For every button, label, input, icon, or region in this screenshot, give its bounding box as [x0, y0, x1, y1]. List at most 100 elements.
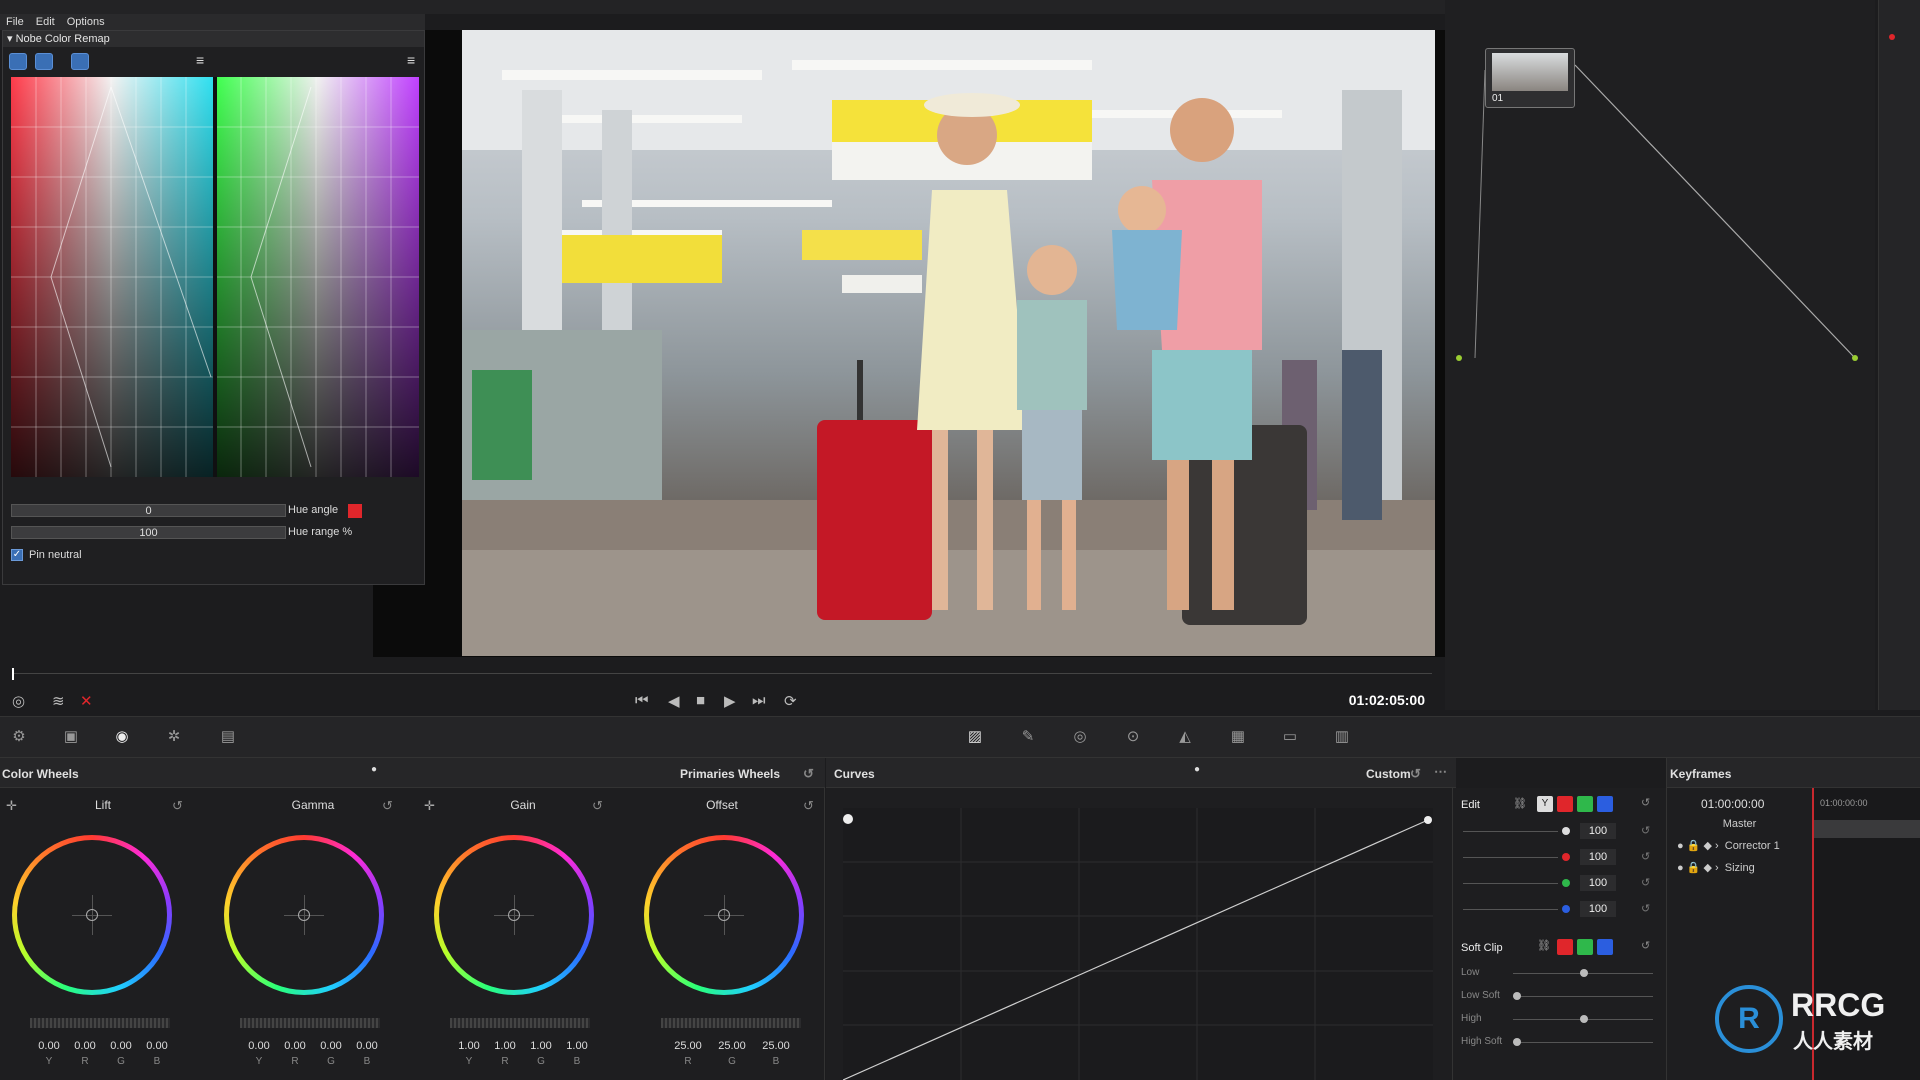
- hue-range-slider[interactable]: 100: [11, 526, 286, 539]
- offset-r-value[interactable]: 25.00: [669, 1040, 707, 1052]
- reset-icon[interactable]: ↺: [1641, 902, 1650, 915]
- b-slider-knob[interactable]: [1562, 905, 1570, 913]
- curves-page-dot[interactable]: ●: [1194, 764, 1200, 775]
- r-slider-track[interactable]: [1463, 857, 1558, 858]
- kf-row-sizing[interactable]: ● 🔒 ◆ › Sizing: [1667, 861, 1812, 874]
- menu-options[interactable]: Options: [61, 16, 111, 28]
- edit-reset-icon[interactable]: ↺: [1641, 796, 1650, 809]
- lift-master-slider[interactable]: [30, 1018, 170, 1028]
- circle-tool-icon[interactable]: [35, 53, 53, 70]
- reset-icon[interactable]: ↺: [1641, 876, 1650, 889]
- scrub-bar[interactable]: [0, 660, 1445, 688]
- offset-master-slider[interactable]: [661, 1018, 801, 1028]
- go-to-end-icon[interactable]: ⏭: [752, 692, 766, 709]
- mute-icon[interactable]: ✕: [80, 692, 93, 710]
- go-to-start-icon[interactable]: ⏮: [635, 692, 649, 709]
- curve-editor[interactable]: [842, 808, 1433, 1080]
- play-icon[interactable]: ▶: [724, 692, 736, 710]
- hue-angle-swatch[interactable]: [348, 504, 362, 518]
- soft-clip-red-chip[interactable]: [1557, 939, 1573, 955]
- gamma-y-value[interactable]: 0.00: [244, 1040, 274, 1052]
- gain-b-value[interactable]: 1.00: [562, 1040, 592, 1052]
- gain-master-slider[interactable]: [450, 1018, 590, 1028]
- gamma-reset-icon[interactable]: ↺: [382, 798, 393, 814]
- rgb-mixer-icon[interactable]: ▤: [217, 728, 239, 746]
- more-options-icon[interactable]: ⋯: [1434, 764, 1447, 780]
- wheels-mode-dropdown[interactable]: Primaries Wheels: [680, 767, 780, 781]
- hue-remap-graph[interactable]: [11, 77, 419, 477]
- curves-icon[interactable]: ▨: [964, 728, 986, 746]
- magic-mask-icon[interactable]: ◭: [1174, 728, 1196, 746]
- low-soft-slider[interactable]: [1513, 996, 1653, 997]
- lift-r-value[interactable]: 0.00: [70, 1040, 100, 1052]
- r-value-box[interactable]: 100: [1580, 849, 1616, 865]
- reset-icon[interactable]: ↺: [1641, 824, 1650, 837]
- hue-angle-slider[interactable]: 0: [11, 504, 286, 517]
- node-graph[interactable]: 01: [1445, 0, 1875, 710]
- gain-reset-icon[interactable]: ↺: [592, 798, 603, 814]
- offset-wheel[interactable]: [644, 835, 804, 995]
- low-soft-knob[interactable]: [1513, 992, 1521, 1000]
- lift-b-value[interactable]: 0.00: [142, 1040, 172, 1052]
- menu-icon[interactable]: ≡: [196, 52, 204, 68]
- lift-reset-icon[interactable]: ↺: [172, 798, 183, 814]
- stop-icon[interactable]: ■: [696, 692, 705, 709]
- key-icon[interactable]: ▭: [1279, 728, 1301, 746]
- lift-g-value[interactable]: 0.00: [106, 1040, 136, 1052]
- gamma-r-value[interactable]: 0.00: [280, 1040, 310, 1052]
- red-channel-chip[interactable]: [1557, 796, 1573, 812]
- reset-all-icon[interactable]: ↺: [803, 766, 814, 782]
- layers-icon[interactable]: ≋: [52, 692, 65, 710]
- pin-neutral-checkbox[interactable]: ✓: [11, 549, 23, 561]
- soft-clip-link-icon[interactable]: ⛓: [1537, 939, 1551, 952]
- g-slider-knob[interactable]: [1562, 879, 1570, 887]
- high-soft-slider[interactable]: [1513, 1042, 1653, 1043]
- clip-mode-icon[interactable]: ◎: [12, 692, 25, 710]
- offset-b-value[interactable]: 25.00: [757, 1040, 795, 1052]
- y-channel-chip[interactable]: Y: [1537, 796, 1553, 812]
- g-slider-track[interactable]: [1463, 883, 1558, 884]
- gamma-puck[interactable]: [298, 909, 310, 921]
- playhead[interactable]: [12, 668, 14, 680]
- viewer-image[interactable]: [462, 30, 1435, 656]
- qualifier-icon[interactable]: ✎: [1017, 728, 1039, 746]
- sizing-icon[interactable]: ▥: [1331, 728, 1353, 746]
- y-slider-knob[interactable]: [1562, 827, 1570, 835]
- hdr-icon[interactable]: ✲: [163, 728, 185, 746]
- b-slider-track[interactable]: [1463, 909, 1558, 910]
- color-wheels-icon[interactable]: ◉: [111, 728, 133, 746]
- r-slider-knob[interactable]: [1562, 853, 1570, 861]
- color-match-icon[interactable]: ▣: [60, 728, 82, 746]
- page-indicator-dot[interactable]: ●: [371, 764, 377, 775]
- low-knob[interactable]: [1580, 969, 1588, 977]
- green-channel-chip[interactable]: [1577, 796, 1593, 812]
- gamma-g-value[interactable]: 0.00: [316, 1040, 346, 1052]
- kf-row-master[interactable]: Master: [1667, 818, 1812, 830]
- blur-icon[interactable]: ▦: [1227, 728, 1249, 746]
- reset-icon[interactable]: ↺: [1641, 850, 1650, 863]
- gain-wheel[interactable]: [434, 835, 594, 995]
- offset-puck[interactable]: [718, 909, 730, 921]
- y-value-box[interactable]: 100: [1580, 823, 1616, 839]
- soft-clip-blue-chip[interactable]: [1597, 939, 1613, 955]
- lift-puck[interactable]: [86, 909, 98, 921]
- camera-raw-icon[interactable]: ⚙: [8, 728, 30, 746]
- menu-file[interactable]: File: [0, 16, 30, 28]
- gamma-master-slider[interactable]: [240, 1018, 380, 1028]
- offset-g-value[interactable]: 25.00: [713, 1040, 751, 1052]
- node-01[interactable]: 01: [1485, 48, 1575, 108]
- lift-y-value[interactable]: 0.00: [34, 1040, 64, 1052]
- g-value-box[interactable]: 100: [1580, 875, 1616, 891]
- curves-reset-icon[interactable]: ↺: [1410, 766, 1421, 782]
- nobe-panel-title[interactable]: ▾ Nobe Color Remap: [3, 31, 424, 47]
- gain-g-value[interactable]: 1.00: [526, 1040, 556, 1052]
- gamma-wheel[interactable]: [224, 835, 384, 995]
- curves-mode-dropdown[interactable]: Custom: [1366, 767, 1411, 781]
- menu-edit[interactable]: Edit: [30, 16, 61, 28]
- gain-y-value[interactable]: 1.00: [454, 1040, 484, 1052]
- b-value-box[interactable]: 100: [1580, 901, 1616, 917]
- menu-icon-right[interactable]: ≡: [407, 52, 415, 68]
- tracker-icon[interactable]: ⊙: [1122, 728, 1144, 746]
- high-soft-knob[interactable]: [1513, 1038, 1521, 1046]
- gain-puck[interactable]: [508, 909, 520, 921]
